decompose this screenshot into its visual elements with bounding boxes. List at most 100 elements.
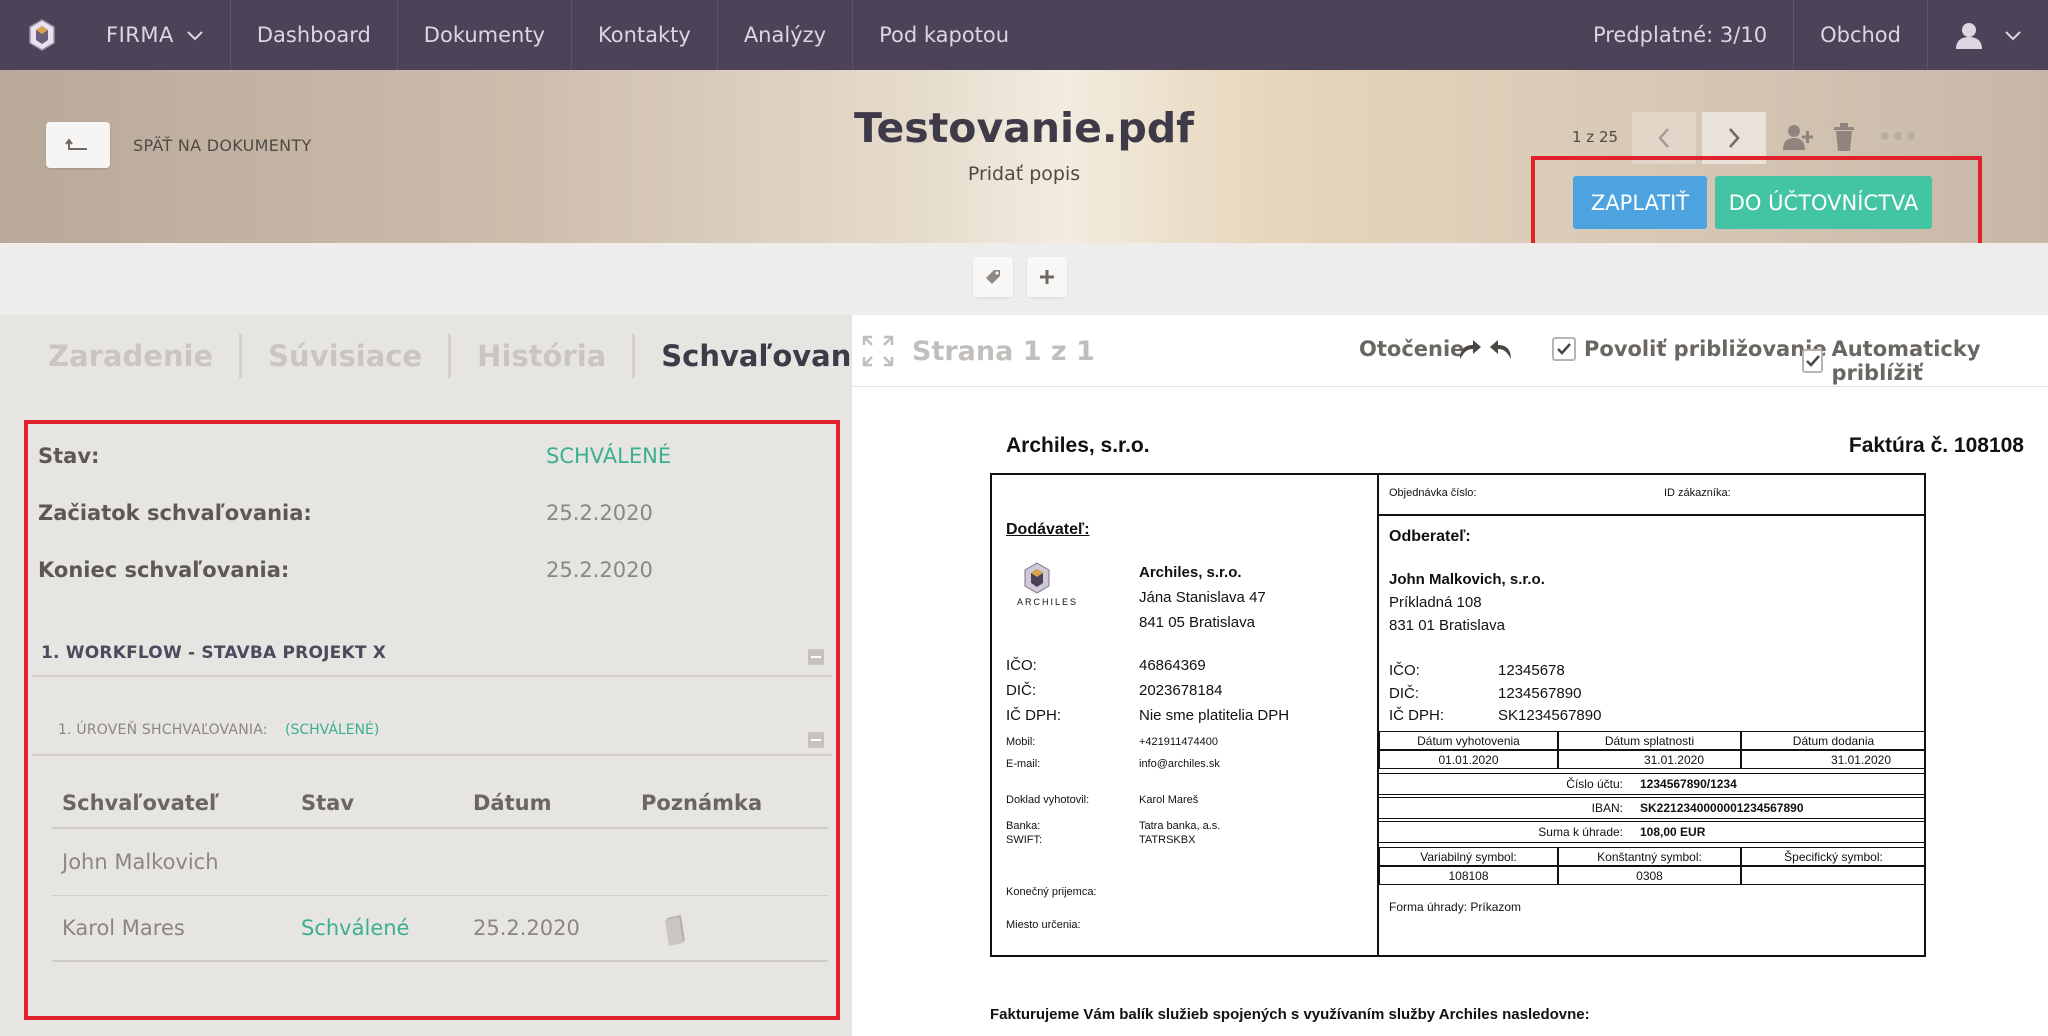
iban-value: SK2212340000001234567890 <box>1640 801 1804 815</box>
nav-under-the-hood[interactable]: Pod kapotou <box>853 0 1035 70</box>
nav-dashboard[interactable]: Dashboard <box>231 0 398 70</box>
invoice-company: Archiles, s.r.o. <box>1006 434 1150 457</box>
amount-label: Suma k úhrade: <box>1538 825 1623 839</box>
highlight-frame-actions <box>1531 156 1982 255</box>
supplier-city: 841 05 Bratislava <box>1139 614 1255 631</box>
customer-city: 831 01 Bratislava <box>1389 617 1505 634</box>
approvers-table-header: Schvaľovateľ Stav Dátum Poznámka <box>52 779 828 829</box>
supplier-ico: 46864369 <box>1139 657 1206 674</box>
collapse-level-icon[interactable] <box>808 732 824 748</box>
side-panel: Zaradenie Súvisiace História Schvaľovani… <box>0 315 881 1036</box>
status-label: Stav: <box>38 444 100 468</box>
issued-by-label: Doklad vyhotovil: <box>1006 794 1090 806</box>
approver-name: Karol Mares <box>62 916 185 940</box>
user-menu[interactable] <box>1927 0 2048 70</box>
variable-symbol-header: Variabilný symbol: <box>1379 847 1558 866</box>
table-row: Karol Mares Schválené 25.2.2020 <box>52 896 828 962</box>
payment-method: Forma úhrady: Príkazom <box>1389 900 1522 914</box>
approval-level-header[interactable]: 1. ÚROVEŇ SHCHVAĽOVANIA: (SCHVÁLENÉ) <box>32 710 832 756</box>
tag-strip <box>0 243 2048 315</box>
end-value: 25.2.2020 <box>546 558 653 582</box>
amount-row: Suma k úhrade: 108,00 EUR <box>1377 821 1926 843</box>
account-label: Číslo účtu: <box>1566 777 1623 791</box>
rotate-right-icon[interactable] <box>1457 337 1483 361</box>
allow-zoom-checkbox[interactable]: Povoliť približovanie <box>1552 337 1827 361</box>
supplier-street: Jána Stanislava 47 <box>1139 589 1266 606</box>
chevron-right-icon <box>1729 128 1740 148</box>
customer-street: Príkladná 108 <box>1389 594 1482 611</box>
logo-text: ARCHILES <box>1017 597 1079 607</box>
date-due-header: Dátum splatnosti <box>1558 731 1741 750</box>
start-value: 25.2.2020 <box>546 501 653 525</box>
supplier-dic: 2023678184 <box>1139 682 1223 699</box>
workflow-title: 1. WORKFLOW - STAVBA PROJEKT X <box>41 643 387 663</box>
supplier-name: Archiles, s.r.o. <box>1139 564 1242 581</box>
date-due-value: 31.01.2020 <box>1558 750 1741 769</box>
account-value: 1234567890/1234 <box>1640 777 1737 791</box>
order-row-divider <box>1377 514 1926 516</box>
more-options-icon[interactable] <box>1880 130 1916 142</box>
page-indicator: Strana 1 z 1 <box>912 336 1095 367</box>
invoice-title: Faktúra č. 108108 <box>1848 434 2024 457</box>
issued-by-value: Karol Mareš <box>1139 794 1199 806</box>
note-icon[interactable] <box>663 914 689 946</box>
specific-symbol-header: Špecifický symbol: <box>1741 847 1926 866</box>
nav-contacts[interactable]: Kontakty <box>572 0 718 70</box>
company-switcher[interactable]: FIRMA <box>84 0 231 70</box>
chevron-down-icon <box>187 31 203 41</box>
plus-icon <box>1040 270 1054 284</box>
date-delivery-header: Dátum dodania <box>1741 731 1926 750</box>
tag-icon <box>986 270 1000 284</box>
rotate-left-icon[interactable] <box>1488 337 1514 361</box>
column-state: Stav <box>301 791 355 815</box>
email-label: E-mail: <box>1006 758 1041 770</box>
destination-label: Miesto určenia: <box>1006 919 1081 931</box>
add-user-icon[interactable] <box>1782 122 1814 152</box>
auto-zoom-checkbox[interactable]: Automaticky priblížiť <box>1802 337 2048 385</box>
collapse-workflow-icon[interactable] <box>808 649 824 665</box>
customer-icdph-label: IČ DPH: <box>1389 707 1445 724</box>
supplier-icdph-label: IČ DPH: <box>1006 707 1062 724</box>
bank-value: Tatra banka, a.s. <box>1139 820 1221 832</box>
workflow-header[interactable]: 1. WORKFLOW - STAVBA PROJEKT X <box>32 631 832 677</box>
swift-label: SWIFT: <box>1006 834 1043 846</box>
date-issue-value: 01.01.2020 <box>1379 750 1558 769</box>
tag-button[interactable] <box>973 257 1013 297</box>
table-row: John Malkovich <box>52 830 828 896</box>
bank-label: Banka: <box>1006 820 1041 832</box>
viewer-toolbar: Strana 1 z 1 Otočenie Povoliť približova… <box>852 315 2048 387</box>
subscription-status[interactable]: Predplatné: 3/10 <box>1567 0 1793 70</box>
tab-related[interactable]: Súvisiace <box>242 334 452 378</box>
app-logo[interactable] <box>0 0 84 70</box>
customer-ico: 12345678 <box>1498 662 1565 679</box>
nav-shop[interactable]: Obchod <box>1793 0 1927 70</box>
approval-level-title: 1. ÚROVEŇ SHCHVAĽOVANIA: <box>58 722 268 738</box>
tab-classification[interactable]: Zaradenie <box>28 334 243 378</box>
add-tag-button[interactable] <box>1027 257 1067 297</box>
constant-symbol-value: 0308 <box>1558 866 1741 885</box>
column-approver: Schvaľovateľ <box>62 791 220 815</box>
rotation-label: Otočenie <box>1359 337 1465 361</box>
top-navigation: FIRMA Dashboard Dokumenty Kontakty Analý… <box>0 0 2048 70</box>
company-name: FIRMA <box>106 23 174 47</box>
checkbox-checked-icon <box>1802 349 1824 373</box>
supplier-label: Dodávateľ: <box>1006 521 1090 538</box>
mobile-value: +421911474400 <box>1139 736 1219 748</box>
customer-icdph: SK1234567890 <box>1498 707 1602 724</box>
iban-row: IBAN: SK2212340000001234567890 <box>1377 797 1926 819</box>
supplier-ico-label: IČO: <box>1006 657 1037 674</box>
approval-panel: Stav: SCHVÁLENÉ Začiatok schvaľovania: 2… <box>24 420 840 1020</box>
mobile-label: Mobil: <box>1006 736 1036 748</box>
customer-id-label: ID zákazníka: <box>1664 487 1731 499</box>
swift-value: TATRSKBX <box>1139 834 1196 846</box>
nav-analytics[interactable]: Analýzy <box>718 0 854 70</box>
constant-symbol-header: Konštantný symbol: <box>1558 847 1741 866</box>
approver-state: Schválené <box>301 916 410 940</box>
nav-documents[interactable]: Dokumenty <box>398 0 572 70</box>
fullscreen-icon[interactable] <box>862 335 894 367</box>
amount-value: 108,00 EUR <box>1640 825 1706 839</box>
email-value: info@archiles.sk <box>1139 758 1220 770</box>
tab-history[interactable]: História <box>451 334 636 378</box>
customer-ico-label: IČO: <box>1389 662 1420 679</box>
trash-icon[interactable] <box>1832 122 1856 152</box>
